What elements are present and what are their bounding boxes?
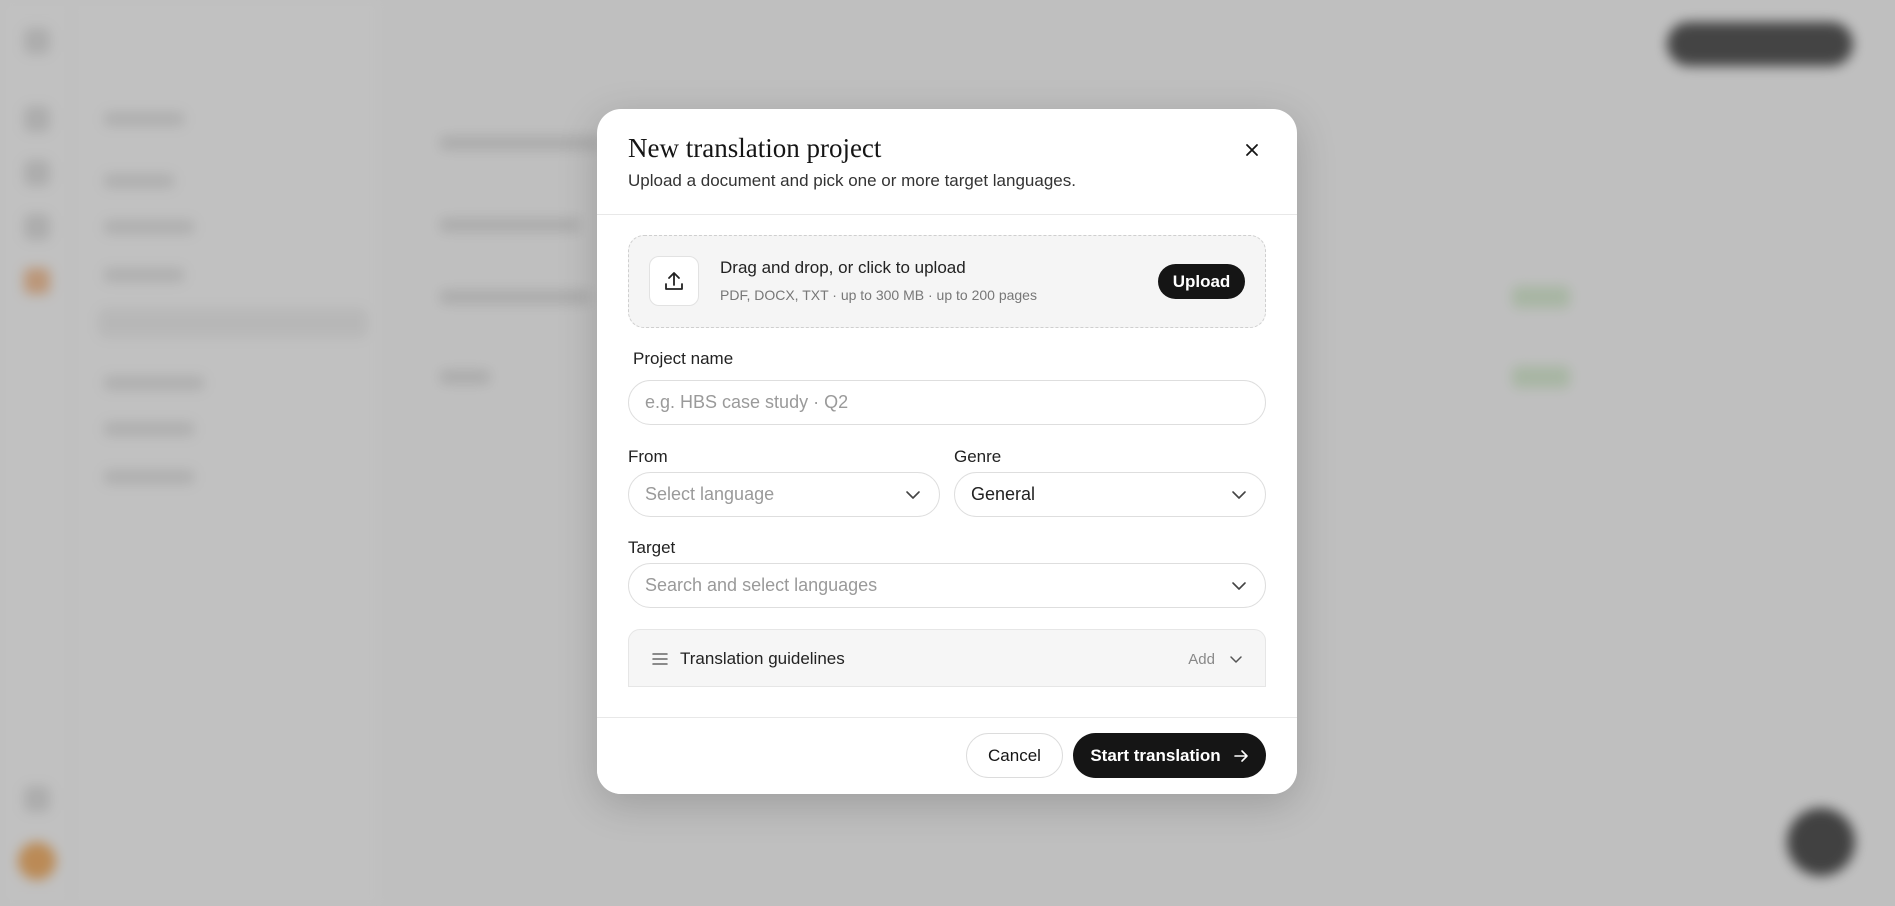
close-button[interactable] [1237,135,1267,165]
start-translation-button[interactable]: Start translation [1073,733,1266,778]
chevron-down-icon[interactable] [1229,652,1243,666]
translation-guidelines-panel[interactable]: Translation guidelines Add [628,629,1266,687]
start-translation-label: Start translation [1090,745,1221,765]
from-select-value: Select language [645,484,775,504]
new-project-modal: New translation project Upload a documen… [597,109,1297,794]
project-name-input[interactable] [645,392,1265,413]
target-select-value: Search and select languages [645,575,878,595]
guidelines-label: Translation guidelines [680,649,845,668]
cancel-button[interactable]: Cancel [966,733,1063,778]
chevron-down-icon [906,491,920,499]
from-select[interactable]: Select language [628,472,940,517]
list-icon [652,653,668,665]
close-icon [1246,144,1258,156]
chevron-down-icon [1232,491,1246,499]
upload-title: Drag and drop, or click to upload [720,258,966,277]
modal-header: New translation project Upload a documen… [597,109,1297,215]
project-name-field [628,380,1266,425]
target-label: Target [628,538,676,557]
upload-dropzone[interactable]: Drag and drop, or click to upload PDF, D… [628,235,1266,328]
upload-icon-box [649,256,699,306]
modal-title: New translation project [628,133,882,163]
arrow-right-icon [1233,749,1248,762]
upload-button[interactable]: Upload [1158,264,1245,299]
chevron-down-icon [1232,582,1246,590]
genre-select-value: General [971,484,1036,504]
upload-hint: PDF, DOCX, TXT · up to 300 MB · up to 20… [720,287,1037,303]
from-label: From [628,447,668,466]
guidelines-add-button[interactable]: Add [1188,651,1215,668]
upload-icon [665,272,683,290]
genre-label: Genre [954,447,1002,466]
modal-footer: Cancel Start translation [597,717,1297,794]
target-select[interactable]: Search and select languages [628,563,1266,608]
genre-select[interactable]: General [954,472,1266,517]
modal-subtitle: Upload a document and pick one or more t… [628,171,1076,190]
project-name-label: Project name [633,349,734,368]
